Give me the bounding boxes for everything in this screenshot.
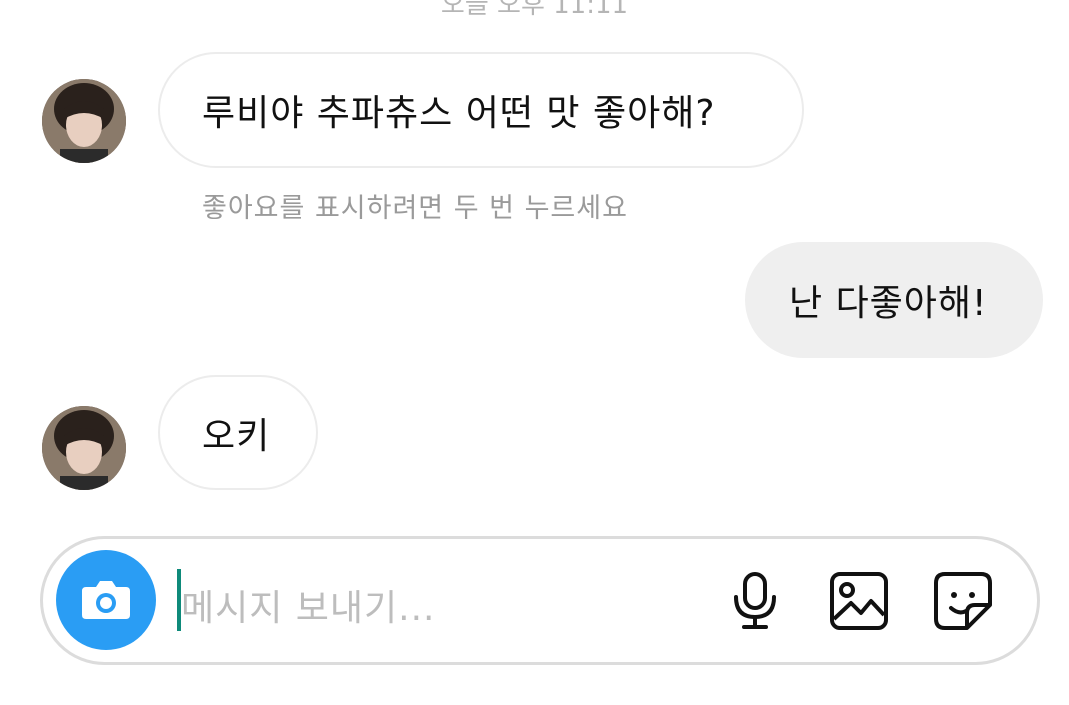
sticker-button[interactable]	[931, 569, 995, 633]
message-text: 오키	[202, 415, 271, 457]
message-bubble-outgoing[interactable]: 난 다좋아해!	[745, 242, 1043, 358]
avatar[interactable]	[42, 79, 126, 163]
microphone-icon	[734, 572, 776, 629]
double-tap-like-hint: 좋아요를 표시하려면 두 번 누르세요	[202, 193, 628, 224]
sticker-icon	[934, 572, 992, 630]
gallery-button[interactable]	[827, 569, 891, 633]
avatar[interactable]	[42, 406, 126, 490]
message-composer: 메시지 보내기...	[40, 536, 1040, 665]
message-bubble-incoming[interactable]: 루비야 추파츄스 어떤 맛 좋아해?	[158, 52, 804, 168]
message-text: 난 다좋아해!	[789, 283, 988, 324]
camera-icon	[82, 581, 130, 619]
avatar-image	[42, 406, 126, 490]
microphone-button[interactable]	[723, 569, 787, 633]
camera-button[interactable]	[56, 550, 156, 650]
message-bubble-incoming[interactable]: 오키	[158, 375, 318, 490]
image-icon	[830, 572, 888, 630]
message-input[interactable]: 메시지 보내기...	[181, 579, 436, 631]
avatar-image	[42, 79, 126, 163]
timestamp-divider: 오늘 오후 11:11	[440, 0, 629, 20]
message-text: 루비야 추파츄스 어떤 맛 좋아해?	[202, 93, 716, 134]
